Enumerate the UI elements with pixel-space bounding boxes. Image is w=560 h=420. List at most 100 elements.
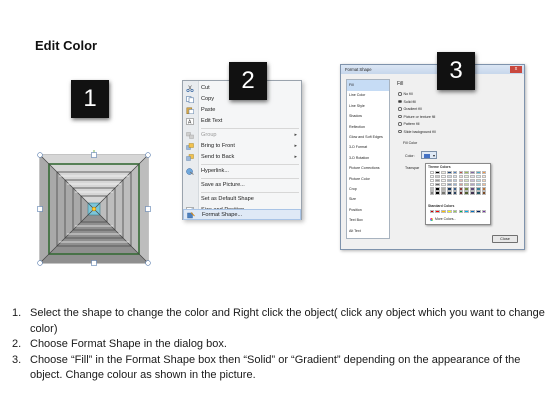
theme-color-swatch[interactable]: [470, 191, 475, 195]
menu-item-set-default-shape[interactable]: Set as Default Shape: [183, 194, 301, 205]
standard-color-swatch[interactable]: [464, 210, 469, 214]
theme-color-swatch[interactable]: [475, 171, 481, 175]
menu-item-paste[interactable]: Paste: [183, 105, 301, 116]
theme-color-swatch[interactable]: [441, 183, 446, 187]
theme-color-swatch[interactable]: [458, 175, 464, 179]
menu-item-format-shape[interactable]: Format Shape...: [183, 209, 301, 220]
theme-color-swatch[interactable]: [435, 175, 440, 179]
dialog-category-item[interactable]: Line Style: [347, 101, 389, 112]
theme-color-swatch[interactable]: [464, 187, 469, 191]
dialog-category-item[interactable]: Position: [347, 205, 389, 216]
theme-color-swatch[interactable]: [481, 183, 487, 187]
more-colors-option[interactable]: More Colors...: [430, 217, 456, 221]
theme-color-swatch[interactable]: [441, 191, 446, 195]
dialog-category-item[interactable]: Text Box: [347, 215, 389, 226]
selected-pyramid-shape[interactable]: [35, 150, 153, 268]
theme-color-swatch[interactable]: [481, 175, 487, 179]
dialog-category-item[interactable]: Picture Corrections: [347, 163, 389, 174]
menu-item-edit-text[interactable]: A Edit Text: [183, 116, 301, 127]
theme-color-swatch[interactable]: [452, 171, 458, 175]
dialog-category-item[interactable]: Alt Text: [347, 226, 389, 237]
dialog-category-item[interactable]: Crop: [347, 184, 389, 195]
standard-color-swatch[interactable]: [446, 210, 452, 214]
dialog-category-item[interactable]: Shadow: [347, 111, 389, 122]
theme-color-swatch[interactable]: [446, 171, 452, 175]
dialog-category-item[interactable]: Picture Color: [347, 174, 389, 185]
standard-color-swatch[interactable]: [458, 210, 464, 214]
theme-color-swatch[interactable]: [429, 183, 435, 187]
theme-color-swatch[interactable]: [441, 179, 446, 183]
fill-option-radio[interactable]: Gradient fill: [398, 106, 422, 112]
theme-color-swatch[interactable]: [429, 179, 435, 183]
fill-option-radio[interactable]: Pattern fill: [398, 121, 419, 127]
color-picker-button[interactable]: ▾: [421, 151, 437, 159]
theme-color-swatch[interactable]: [481, 191, 487, 195]
dialog-category-item[interactable]: Glow and Soft Edges: [347, 132, 389, 143]
theme-color-swatch[interactable]: [435, 187, 440, 191]
theme-color-swatch[interactable]: [464, 171, 469, 175]
dialog-category-item[interactable]: Line Color: [347, 90, 389, 101]
menu-item-send-to-back[interactable]: Send to Back ▸: [183, 152, 301, 163]
standard-color-swatch[interactable]: [475, 210, 481, 214]
theme-color-swatch[interactable]: [470, 183, 475, 187]
dialog-category-item[interactable]: 3-D Rotation: [347, 153, 389, 164]
standard-color-swatch[interactable]: [441, 210, 446, 214]
theme-color-swatch[interactable]: [475, 179, 481, 183]
fill-option-radio[interactable]: Slide background fill: [398, 129, 436, 135]
theme-color-swatch[interactable]: [452, 187, 458, 191]
dialog-category-item[interactable]: Fill: [347, 80, 389, 91]
standard-color-swatch[interactable]: [481, 210, 487, 214]
theme-color-swatch[interactable]: [452, 175, 458, 179]
theme-color-swatch[interactable]: [458, 183, 464, 187]
theme-color-swatch[interactable]: [452, 191, 458, 195]
theme-color-swatch[interactable]: [435, 171, 440, 175]
menu-item-bring-to-front[interactable]: Bring to Front ▸: [183, 141, 301, 152]
theme-color-swatch[interactable]: [481, 171, 487, 175]
dialog-close-button[interactable]: Close: [492, 235, 518, 243]
theme-color-swatch[interactable]: [481, 179, 487, 183]
theme-color-swatch[interactable]: [464, 191, 469, 195]
standard-color-swatch[interactable]: [452, 210, 458, 214]
theme-color-swatch[interactable]: [475, 191, 481, 195]
theme-color-swatch[interactable]: [458, 187, 464, 191]
theme-color-swatch[interactable]: [458, 179, 464, 183]
fill-option-radio[interactable]: No fill: [398, 91, 413, 97]
theme-color-swatch[interactable]: [446, 187, 452, 191]
theme-color-swatch[interactable]: [470, 187, 475, 191]
theme-color-swatch[interactable]: [429, 191, 435, 195]
theme-color-swatch[interactable]: [446, 175, 452, 179]
theme-color-swatch[interactable]: [458, 171, 464, 175]
theme-color-swatch[interactable]: [446, 183, 452, 187]
theme-color-swatch[interactable]: [470, 179, 475, 183]
theme-color-swatch[interactable]: [429, 171, 435, 175]
dialog-category-item[interactable]: Size: [347, 194, 389, 205]
theme-color-swatch[interactable]: [470, 171, 475, 175]
theme-color-swatch[interactable]: [435, 183, 440, 187]
theme-color-swatch[interactable]: [435, 191, 440, 195]
theme-color-swatch[interactable]: [458, 191, 464, 195]
theme-color-swatch[interactable]: [429, 187, 435, 191]
theme-color-swatch[interactable]: [452, 179, 458, 183]
theme-color-swatch[interactable]: [464, 179, 469, 183]
dialog-close-icon[interactable]: x: [510, 66, 522, 73]
fill-option-radio[interactable]: Picture or texture fill: [398, 114, 435, 120]
theme-color-swatch[interactable]: [446, 191, 452, 195]
theme-color-swatch[interactable]: [464, 183, 469, 187]
theme-color-swatch[interactable]: [441, 175, 446, 179]
fill-option-radio[interactable]: Solid fill: [398, 99, 416, 105]
theme-color-swatch[interactable]: [452, 183, 458, 187]
theme-color-swatch[interactable]: [481, 187, 487, 191]
standard-color-swatch[interactable]: [470, 210, 475, 214]
theme-color-swatch[interactable]: [475, 183, 481, 187]
standard-color-swatch[interactable]: [429, 210, 435, 214]
theme-color-swatch[interactable]: [446, 179, 452, 183]
theme-color-swatch[interactable]: [435, 179, 440, 183]
standard-color-swatch[interactable]: [435, 210, 440, 214]
theme-color-swatch[interactable]: [441, 171, 446, 175]
menu-item-save-as-picture[interactable]: Save as Picture...: [183, 180, 301, 191]
theme-color-swatch[interactable]: [475, 187, 481, 191]
dialog-category-item[interactable]: 3-D Format: [347, 142, 389, 153]
theme-color-swatch[interactable]: [470, 175, 475, 179]
dialog-category-item[interactable]: Reflection: [347, 122, 389, 133]
menu-item-hyperlink[interactable]: Hyperlink...: [183, 166, 301, 177]
